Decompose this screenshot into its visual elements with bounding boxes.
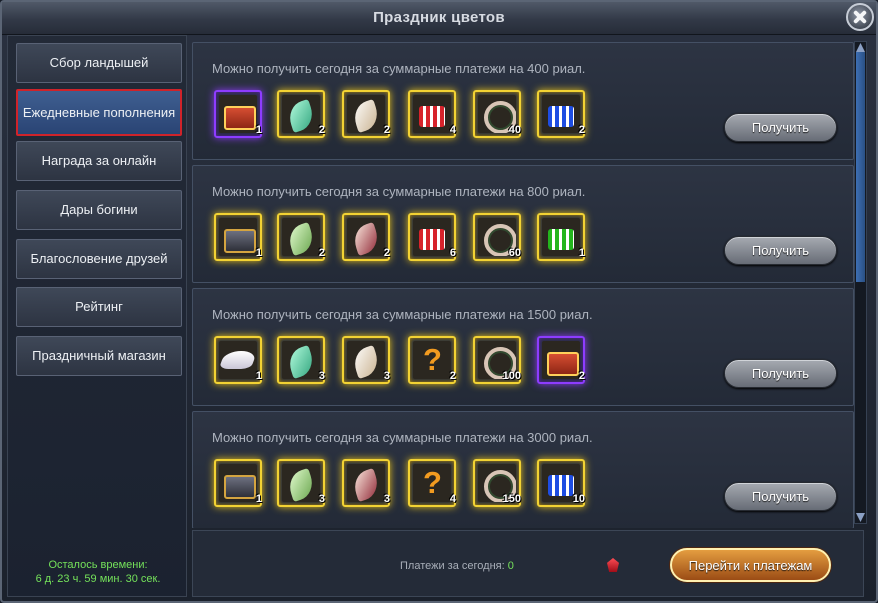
red-gift-icon[interactable]: 4 (408, 90, 456, 138)
question-mark-icon[interactable]: ? 4 (408, 459, 456, 507)
sidebar-item-label: Сбор ландышей (49, 55, 149, 70)
flower-wreath-icon[interactable]: 40 (473, 90, 521, 138)
sidebar-item-label: Дары богини (60, 202, 138, 217)
item-count: 1 (255, 493, 262, 505)
timer-label: Осталось времени: (48, 559, 148, 571)
flower-wreath-icon[interactable]: 150 (473, 459, 521, 507)
red-gift-icon[interactable]: 6 (408, 213, 456, 261)
red-feather-icon[interactable]: 2 (342, 213, 390, 261)
item-count: 2 (318, 124, 325, 136)
reward-row-3000: Можно получить сегодня за суммарные плат… (192, 411, 854, 528)
chest-icon[interactable]: 1 (214, 90, 262, 138)
scroll-up-icon[interactable] (856, 43, 865, 52)
item-count: 60 (508, 247, 521, 259)
item-count: 2 (449, 370, 456, 382)
item-count: 10 (572, 493, 585, 505)
sidebar-item-friend-blessing[interactable]: Благословение друзей (16, 239, 182, 279)
blue-gift-icon[interactable]: 10 (537, 459, 585, 507)
item-count: 2 (578, 370, 585, 382)
sidebar-item-label: Рейтинг (75, 299, 123, 314)
item-count: 2 (383, 124, 390, 136)
item-count: 150 (502, 493, 521, 505)
reward-row-1500: Можно получить сегодня за суммарные плат… (192, 288, 854, 406)
sidebar-item-holiday-shop[interactable]: Праздничный магазин (16, 336, 182, 376)
item-count: 3 (383, 493, 390, 505)
title-bar: Праздник цветов (2, 2, 876, 35)
claim-button[interactable]: Получить (724, 113, 837, 142)
payments-today: Платежи за сегодня: 0 (400, 560, 514, 572)
go-to-payments-button[interactable]: Перейти к платежам (670, 548, 831, 582)
reward-condition: Можно получить сегодня за суммарные плат… (212, 430, 593, 445)
claim-button[interactable]: Получить (724, 359, 837, 388)
sidebar-item-rating[interactable]: Рейтинг (16, 287, 182, 327)
timer-value: 6 д. 23 ч. 59 мин. 30 сек. (35, 573, 161, 585)
scroll-down-icon[interactable] (856, 513, 865, 522)
green-feather-icon[interactable]: 2 (277, 213, 325, 261)
sidebar-item-label: Ежедневные пополнения (22, 104, 176, 120)
reward-condition: Можно получить сегодня за суммарные плат… (212, 307, 593, 322)
claim-button[interactable]: Получить (724, 236, 837, 265)
sidebar-item-lily-collection[interactable]: Сбор ландышей (16, 43, 182, 83)
reward-list-scrollbar[interactable] (854, 41, 867, 524)
item-count: 3 (318, 493, 325, 505)
green-gift-icon[interactable]: 1 (537, 213, 585, 261)
sidebar-item-daily-topups[interactable]: Ежедневные пополнения (16, 89, 182, 136)
item-count: 3 (318, 370, 325, 382)
window-title: Праздник цветов (373, 9, 505, 26)
sidebar-item-label: Праздничный магазин (32, 348, 166, 363)
sidebar-item-online-reward[interactable]: Награда за онлайн (16, 141, 182, 181)
reward-condition: Можно получить сегодня за суммарные плат… (212, 61, 586, 76)
payments-value: 0 (507, 560, 514, 572)
close-icon[interactable] (846, 3, 874, 31)
scroll-thumb[interactable] (856, 52, 865, 282)
reward-list: Можно получить сегодня за суммарные плат… (192, 42, 864, 528)
item-count: 4 (449, 493, 456, 505)
white-feather-icon[interactable]: 3 (342, 336, 390, 384)
chest-icon[interactable]: 1 (214, 213, 262, 261)
claim-button[interactable]: Получить (724, 482, 837, 511)
item-count: 2 (383, 247, 390, 259)
teal-feather-icon[interactable]: 2 (277, 90, 325, 138)
chest-icon[interactable]: 2 (537, 336, 585, 384)
item-count: 40 (508, 124, 521, 136)
reward-row-800: Можно получить сегодня за суммарные плат… (192, 165, 854, 283)
item-count: 6 (449, 247, 456, 259)
teal-feather-icon[interactable]: 3 (277, 336, 325, 384)
item-count: 3 (383, 370, 390, 382)
wings-icon[interactable]: 1 (214, 336, 262, 384)
item-count: 1 (578, 247, 585, 259)
flower-wreath-icon[interactable]: 60 (473, 213, 521, 261)
item-count: 2 (578, 124, 585, 136)
item-count: 100 (502, 370, 521, 382)
sidebar: Сбор ландышей Ежедневные пополнения Нагр… (7, 35, 187, 597)
time-remaining: Осталось времени: 6 д. 23 ч. 59 мин. 30 … (8, 558, 188, 586)
event-window: Праздник цветов Сбор ландышей Ежедневные… (0, 0, 878, 603)
item-count: 2 (318, 247, 325, 259)
green-feather-icon[interactable]: 3 (277, 459, 325, 507)
flower-wreath-icon[interactable]: 100 (473, 336, 521, 384)
item-count: 1 (255, 370, 262, 382)
red-feather-icon[interactable]: 3 (342, 459, 390, 507)
white-feather-icon[interactable]: 2 (342, 90, 390, 138)
sidebar-item-label: Награда за онлайн (41, 153, 157, 168)
item-count: 1 (255, 124, 262, 136)
footer: Платежи за сегодня: 0 Перейти к платежам (192, 530, 864, 597)
blue-gift-icon[interactable]: 2 (537, 90, 585, 138)
sidebar-item-label: Благословение друзей (30, 251, 168, 266)
item-count: 1 (255, 247, 262, 259)
reward-row-400: Можно получить сегодня за суммарные плат… (192, 42, 854, 160)
ruby-icon (607, 558, 619, 572)
item-count: 4 (449, 124, 456, 136)
payments-label: Платежи за сегодня: (400, 560, 505, 572)
reward-condition: Можно получить сегодня за суммарные плат… (212, 184, 586, 199)
sidebar-item-goddess-gifts[interactable]: Дары богини (16, 190, 182, 230)
dark-chest-icon[interactable]: 1 (214, 459, 262, 507)
question-mark-icon[interactable]: ? 2 (408, 336, 456, 384)
